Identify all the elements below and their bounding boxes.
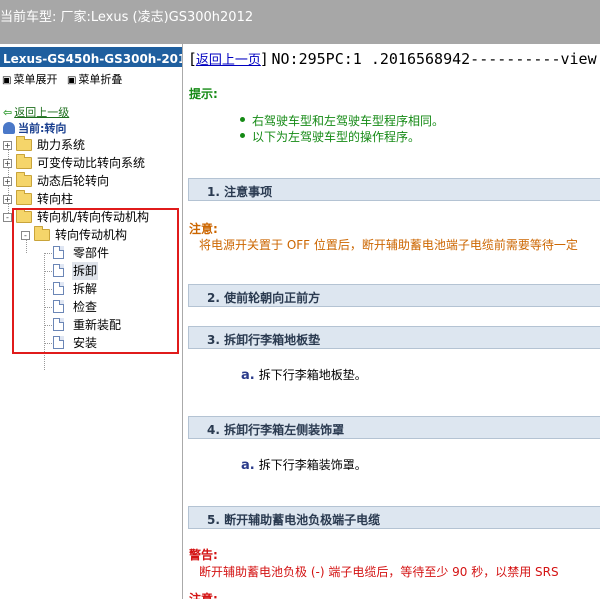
warning-text: 断开辅助蓄电池负极 (-) 端子电缆后，等待至少 90 秒，以禁用 SRS [199,565,559,579]
folder-icon [16,136,32,151]
tree-item-steering-column[interactable]: + 转向柱 [0,190,180,208]
section-4-header: 4. 拆卸行李箱左侧装饰罩 [188,416,600,439]
expand-plus-icon[interactable]: + [3,159,12,168]
section-3-header: 3. 拆卸行李箱地板垫 [188,326,600,349]
hint-item: 右驾驶车型和左驾驶车型程序相同。 [239,114,445,128]
back-arrow-icon: ⇦ [3,106,13,119]
caution-text: 将电源开关置于 OFF 位置后，断开辅助蓄电池端子电缆前需要等待一定 [199,238,578,252]
hint-list: 右驾驶车型和左驾驶车型程序相同。 以下为左驾驶车型的操作程序。 [239,112,445,144]
user-icon [3,122,15,134]
tree-item-rear-steer[interactable]: + 动态后轮转向 [0,172,180,190]
menu-expand-button[interactable]: ▣ 菜单展开 [2,73,57,86]
expand-plus-icon[interactable]: + [3,177,12,186]
warning-title: 警告: [189,548,218,562]
expand-plus-icon[interactable]: + [3,195,12,204]
folder-icon [16,154,32,169]
main-content: [返回上一页] NO:295PC:1 .2016568942----------… [184,44,600,599]
window-titlebar: 当前车型: 厂家:Lexus (凌志)GS300h2012 [0,0,600,44]
section-1-header: 1. 注意事项 [188,178,600,201]
tree-item-power-assist[interactable]: + 助力系统 [0,136,180,154]
step-3a: a. 拆下行李箱地板垫。 [241,368,367,383]
step-4a: a. 拆下行李箱装饰罩。 [241,458,367,473]
highlight-box [12,208,179,354]
doc-id: NO:295PC:1 .2016568942----------view. [271,50,600,68]
collapse-icon: ▣ [66,75,77,86]
caution-title: 注意: [189,222,218,236]
section-2-header: 2. 使前轮朝向正前方 [188,284,600,307]
vehicle-title: 当前车型: 厂家:Lexus (凌志)GS300h2012 [0,10,254,25]
folder-icon [16,172,32,187]
back-page-link[interactable]: 返回上一页 [196,53,261,68]
sidebar-back-link[interactable]: 返回上一级 [14,106,69,119]
sidebar-back-row: ⇦ 返回上一级 [3,104,69,120]
expand-plus-icon[interactable]: + [3,141,12,150]
menu-collapse-button[interactable]: ▣ 菜单折叠 [67,73,122,86]
hint-item: 以下为左驾驶车型的操作程序。 [239,128,444,144]
caution-2-title: 注意: [189,592,218,599]
sidebar-header: Lexus-GS450h-GS300h-2012-维 [0,47,182,67]
collapse-minus-icon[interactable]: - [3,213,12,222]
sidebar-menu: ▣ 菜单展开 ▣ 菜单折叠 [0,67,182,86]
section-5-header: 5. 断开辅助蓄电池负极端子电缆 [188,506,600,529]
tree-item-variable-ratio[interactable]: + 可变传动比转向系统 [0,154,180,172]
hint-title: 提示: [189,87,218,101]
current-location: 当前:转向 [3,120,66,136]
expand-icon: ▣ [2,75,12,86]
folder-icon [16,190,32,205]
doc-header: [返回上一页] NO:295PC:1 .2016568942----------… [190,49,600,68]
